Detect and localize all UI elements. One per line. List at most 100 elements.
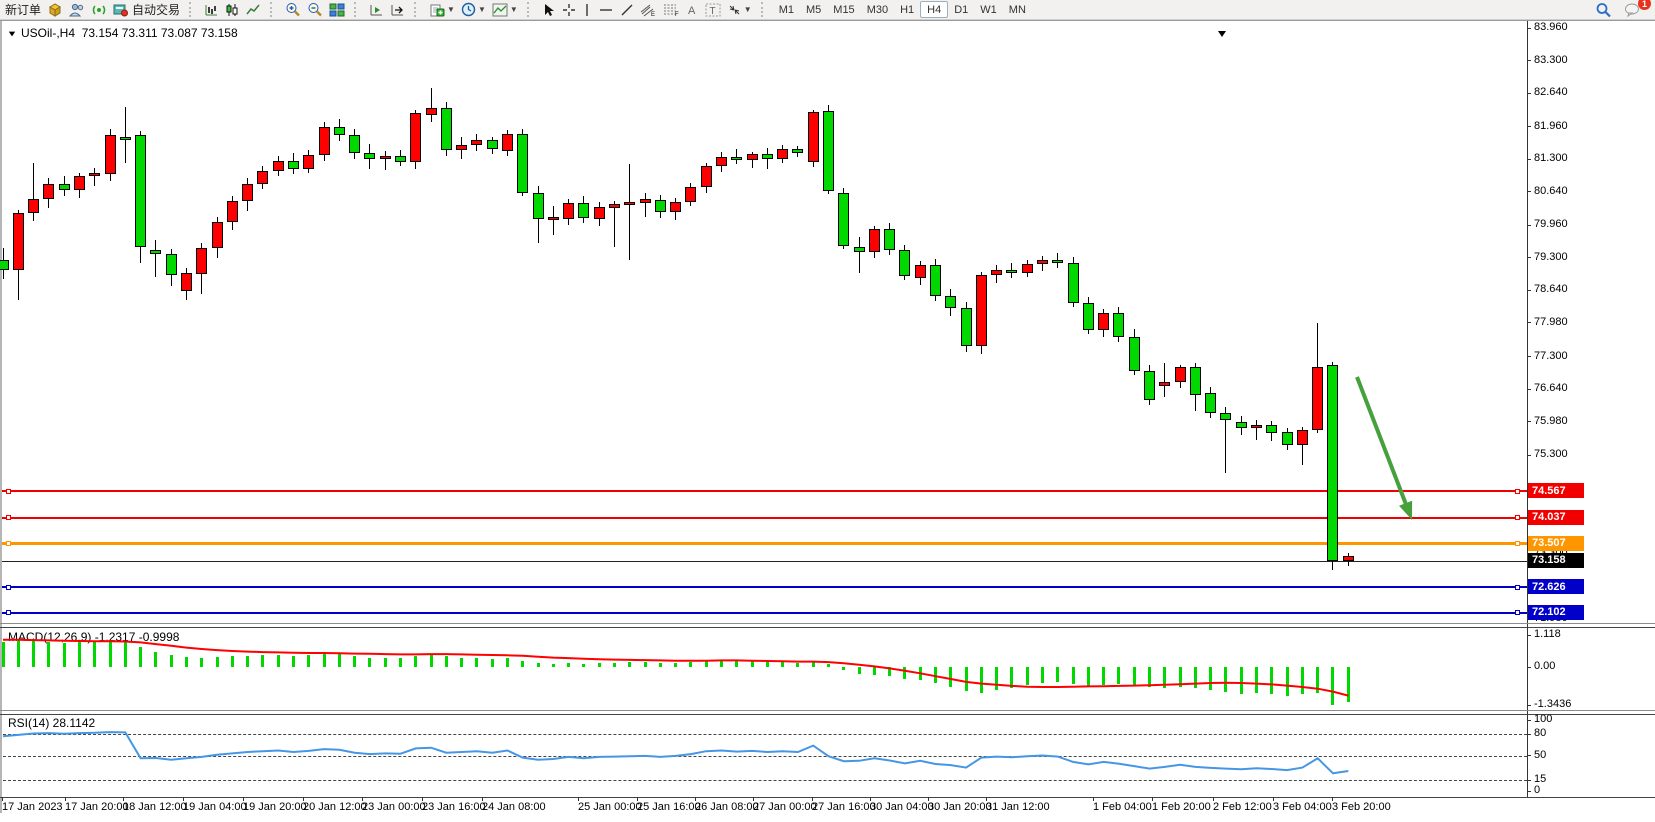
timeframe-button-m1[interactable]: M1	[773, 2, 800, 18]
timeframe-button-h1[interactable]: H1	[894, 2, 920, 18]
time-tick-label: 30 Jan 20:00	[928, 801, 992, 813]
candle-bearish	[166, 254, 177, 275]
price-tick-label: 82.640	[1534, 86, 1568, 98]
price-hline[interactable]	[2, 586, 1527, 588]
candle-bullish	[456, 145, 467, 150]
arrows-tool-button[interactable]: ▼	[724, 1, 755, 18]
label-tool-button[interactable]: T	[702, 1, 724, 18]
channel-tool-button[interactable]: E	[637, 1, 660, 18]
timeframe-button-m15[interactable]: M15	[827, 2, 860, 18]
hline-tool-button[interactable]	[595, 1, 617, 18]
timeframe-button-h4[interactable]: H4	[920, 1, 948, 18]
price-tick-label: 81.960	[1534, 120, 1568, 132]
price-tick-mark	[1527, 60, 1531, 61]
templates-button[interactable]: ▼	[489, 1, 521, 18]
candle-bearish	[655, 200, 666, 213]
auto-scroll-button[interactable]	[366, 1, 387, 18]
chart-title: USOil-,H4 73.154 73.311 73.087 73.158	[8, 26, 238, 40]
market-watch-icon[interactable]	[44, 1, 66, 18]
macd-tick-label: -1.3436	[1534, 698, 1571, 710]
price-hline[interactable]	[2, 490, 1527, 492]
cursor-tool-button[interactable]	[539, 1, 559, 18]
toolbar: 新订单 自动交易	[0, 0, 1655, 20]
chart-menu-icon[interactable]	[9, 32, 15, 37]
text-label-icon: T	[705, 3, 721, 17]
rsi-tick-mark	[1527, 791, 1531, 792]
timeframe-button-w1[interactable]: W1	[974, 2, 1003, 18]
bar-chart-mode-button[interactable]	[201, 1, 222, 18]
text-tool-button[interactable]: A	[683, 1, 702, 18]
auto-trading-button[interactable]: 自动交易	[110, 1, 183, 18]
price-level-label: 74.037	[1528, 510, 1584, 525]
trendline-tool-button[interactable]	[617, 1, 637, 18]
hline-handle[interactable]	[6, 489, 11, 494]
line-chart-mode-button[interactable]	[243, 1, 264, 18]
equidistant-channel-icon: E	[640, 3, 657, 17]
rsi-tick-label: 80	[1534, 727, 1546, 739]
macd-histogram-bar	[231, 656, 234, 667]
tile-windows-button[interactable]	[326, 1, 348, 18]
hline-handle[interactable]	[6, 515, 11, 520]
price-hline[interactable]	[2, 542, 1527, 545]
macd-histogram-bar	[827, 664, 830, 667]
crosshair-tool-button[interactable]	[559, 1, 579, 18]
price-tick-mark	[1527, 290, 1531, 291]
accounts-button[interactable]	[66, 1, 88, 18]
price-tick-mark	[1527, 28, 1531, 29]
macd-histogram-bar	[1331, 667, 1334, 705]
macd-histogram-bar	[720, 660, 723, 667]
indicators-button[interactable]: ▼	[426, 1, 458, 18]
candle-bullish	[319, 127, 330, 155]
hline-handle[interactable]	[6, 610, 11, 615]
macd-histogram-bar	[109, 641, 112, 667]
price-hline[interactable]	[2, 612, 1527, 614]
macd-histogram-bar	[17, 641, 20, 667]
chart-shift-icon	[390, 3, 405, 17]
price-hline[interactable]	[2, 517, 1527, 519]
notifications-button[interactable]: 1	[1621, 1, 1645, 18]
hline-handle[interactable]	[1515, 541, 1520, 546]
candle-chart-mode-button[interactable]	[222, 1, 243, 18]
vline-tool-button[interactable]	[579, 1, 595, 18]
chart-shift-button[interactable]	[387, 1, 408, 18]
hline-handle[interactable]	[1515, 489, 1520, 494]
macd-histogram-bar	[353, 656, 356, 667]
new-order-button[interactable]: 新订单	[2, 1, 44, 18]
macd-histogram-bar	[261, 655, 264, 667]
line-chart-icon	[246, 3, 261, 17]
hline-handle[interactable]	[1515, 515, 1520, 520]
svg-text:T: T	[709, 6, 715, 17]
macd-histogram-bar	[781, 662, 784, 667]
candle-wick	[629, 164, 630, 260]
macd-histogram-bar	[812, 661, 815, 667]
notification-badge: 1	[1638, 0, 1651, 10]
timeframe-button-m30[interactable]: M30	[861, 2, 894, 18]
hline-handle[interactable]	[1515, 585, 1520, 590]
timeframe-button-d1[interactable]: D1	[948, 2, 974, 18]
price-tick-label: 79.300	[1534, 251, 1568, 263]
rsi-level-80	[3, 734, 1527, 735]
timeframe-button-m5[interactable]: M5	[800, 2, 827, 18]
zoom-in-button[interactable]	[282, 1, 304, 18]
time-tick-label: 19 Jan 20:00	[243, 801, 307, 813]
hline-handle[interactable]	[6, 585, 11, 590]
hline-handle[interactable]	[1515, 610, 1520, 615]
hline-handle[interactable]	[6, 541, 11, 546]
candle-bearish	[1052, 260, 1063, 263]
fibonacci-tool-button[interactable]: F	[660, 1, 683, 18]
search-button[interactable]	[1592, 1, 1615, 18]
macd-histogram-bar	[1010, 667, 1013, 688]
time-tick-label: 25 Jan 16:00	[637, 801, 701, 813]
dropdown-caret-icon: ▼	[744, 5, 752, 14]
timeframe-button-mn[interactable]: MN	[1003, 2, 1032, 18]
rsi-tick-mark	[1527, 734, 1531, 735]
chart-shift-marker[interactable]	[1218, 24, 1231, 42]
macd-histogram-bar	[537, 663, 540, 667]
macd-histogram-bar	[735, 661, 738, 667]
zoom-out-button[interactable]	[304, 1, 326, 18]
macd-histogram-bar	[124, 641, 127, 667]
candle-bearish	[945, 296, 956, 308]
signals-button[interactable]	[88, 1, 110, 18]
periods-button[interactable]: ▼	[458, 1, 489, 18]
candle-bullish	[242, 184, 253, 201]
